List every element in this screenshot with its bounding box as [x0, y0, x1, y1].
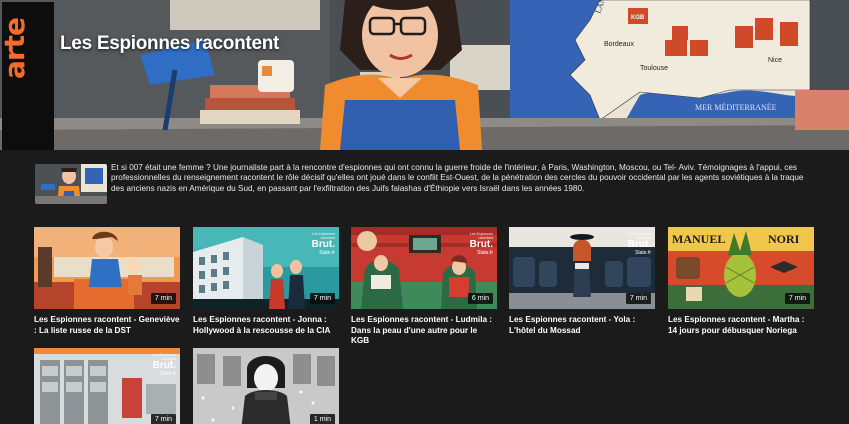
brut-slate-badge: Les Espionnes racontent Brut. Slate.fr [148, 353, 176, 377]
duration-badge: 7 min [309, 293, 335, 304]
brut-small-text: Les Espionnes racontent [153, 353, 176, 361]
series-thumbnail[interactable] [35, 164, 107, 204]
episode-title[interactable]: Les Espionnes racontent - Geneviève : La… [34, 315, 180, 336]
duration-badge: 7 min [625, 293, 651, 304]
page-title: Les Espionnes racontent [60, 33, 280, 54]
banner-nori: NORI [768, 232, 800, 246]
slate-logo: Slate.fr [160, 371, 176, 377]
episode-thumbnail[interactable]: Les Espionnes racontent Brut. Slate.fr 7… [193, 227, 339, 309]
brut-logo: Brut. [627, 239, 651, 250]
episode-card[interactable]: MANUEL NORI 7 min Les Espionnes raconten… [668, 227, 814, 336]
duration-badge: 6 min [467, 293, 493, 304]
arte-logo-text: arte [0, 17, 32, 80]
brut-small-text: Les Espionnes racontent [470, 232, 493, 240]
episode-title[interactable]: Les Espionnes racontent - Martha : 14 jo… [668, 315, 814, 336]
episode-card[interactable]: Les Espionnes racontent Brut. Slate.fr 6… [351, 227, 497, 347]
slate-logo: Slate.fr [319, 250, 335, 256]
duration-badge: 7 min [150, 293, 176, 304]
hero-illustration [0, 0, 849, 150]
slate-logo: Slate.fr [477, 250, 493, 256]
duration-badge: 1 min [309, 414, 335, 424]
episode-thumbnail[interactable]: 7 min [34, 227, 180, 309]
brut-logo: Brut. [152, 360, 176, 371]
brut-slate-badge: Les Espionnes racontent Brut. Slate.fr [307, 232, 335, 256]
brut-logo: Brut. [311, 239, 335, 250]
episode-card[interactable]: Les Espionnes racontent Brut. Slate.fr 7… [193, 227, 339, 336]
brut-small-text: Les Espionnes racontent [628, 232, 651, 240]
episode-title[interactable]: Les Espionnes racontent - Jonna : Hollyw… [193, 315, 339, 336]
episode-title[interactable]: Les Espionnes racontent - Ludmila : Dans… [351, 315, 497, 347]
episode-thumbnail[interactable]: Les Espionnes racontent Brut. Slate.fr 7… [34, 348, 180, 424]
episode-thumbnail[interactable]: Les Espionnes racontent Brut. Slate.fr 6… [351, 227, 497, 309]
episode-thumbnail[interactable]: 1 min [193, 348, 339, 424]
banner-manuel: MANUEL [672, 232, 725, 246]
episode-card[interactable]: Les Espionnes racontent Brut. Slate.fr 7… [509, 227, 655, 336]
brut-slate-badge: Les Espionnes racontent Brut. Slate.fr [623, 232, 651, 256]
brut-slate-badge: Les Espionnes racontent Brut. Slate.fr [465, 232, 493, 256]
duration-badge: 7 min [150, 414, 176, 424]
episode-card[interactable]: Les Espionnes racontent Brut. Slate.fr 7… [34, 348, 180, 424]
slate-logo: Slate.fr [635, 250, 651, 256]
episode-thumbnail[interactable]: Les Espionnes racontent Brut. Slate.fr 7… [509, 227, 655, 309]
arte-logo[interactable]: arte [0, 2, 54, 150]
episode-title[interactable]: Les Espionnes racontent - Yola : L'hôtel… [509, 315, 655, 336]
duration-badge: 7 min [784, 293, 810, 304]
episode-thumbnail[interactable]: MANUEL NORI 7 min [668, 227, 814, 309]
brut-logo: Brut. [469, 239, 493, 250]
episode-card[interactable]: 1 min [193, 348, 339, 424]
series-description: Et si 007 était une femme ? Une journali… [111, 163, 804, 193]
episode-card[interactable]: 7 min Les Espionnes racontent - Genevièv… [34, 227, 180, 336]
brut-small-text: Les Espionnes racontent [312, 232, 335, 240]
hero-banner: Bordeaux Toulouse Nice LANTIQUE MER MÉDI… [0, 0, 849, 150]
